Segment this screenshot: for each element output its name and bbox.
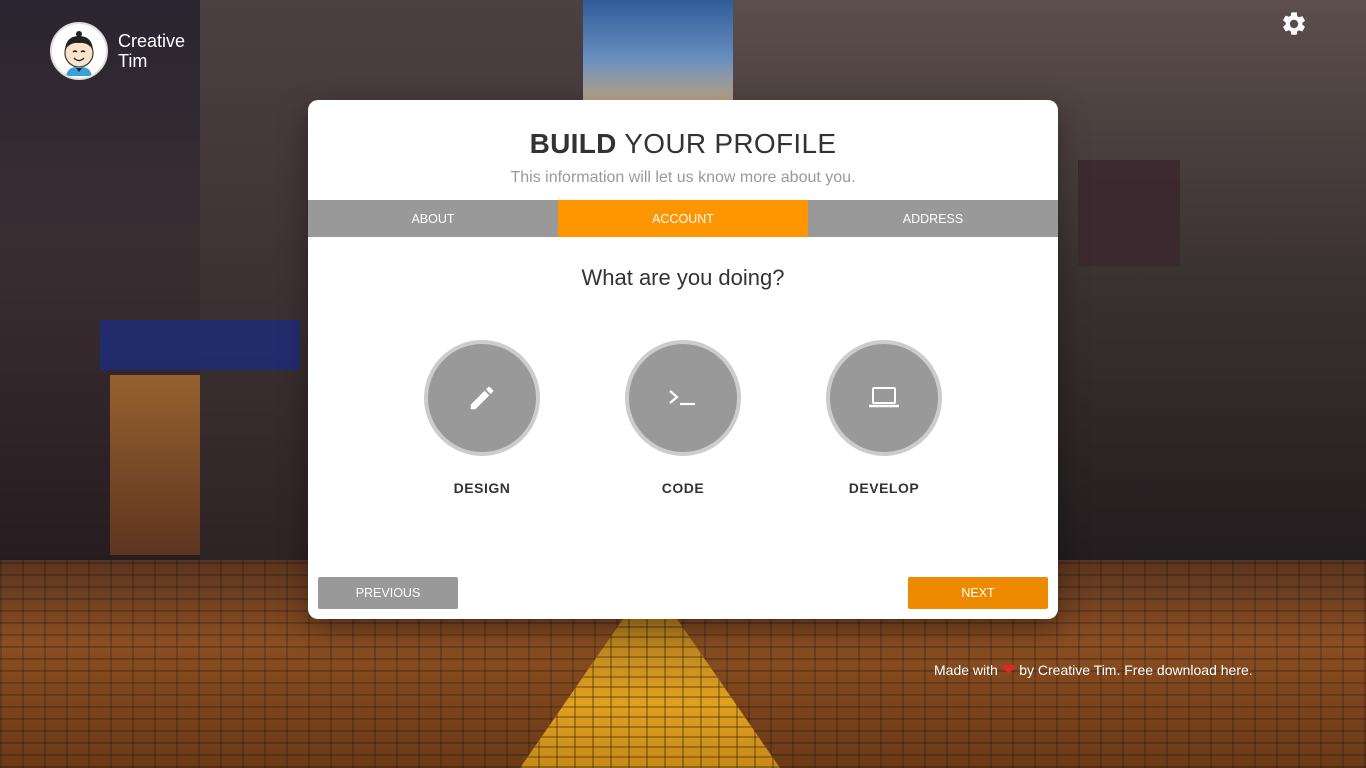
wizard-title: BUILD YOUR PROFILE [308, 128, 1058, 160]
background-sky [583, 0, 733, 100]
background-shop-sign [100, 320, 300, 370]
laptop-icon [869, 387, 899, 408]
brand-name-line2: Tim [118, 51, 148, 71]
choice-code-circle[interactable] [625, 340, 741, 456]
background-shop-window [110, 375, 200, 555]
brand[interactable]: Creative Tim [50, 20, 198, 82]
wizard-title-bold: BUILD [529, 128, 617, 159]
wizard-card: BUILD YOUR PROFILE This information will… [308, 100, 1058, 619]
choice-develop-label: DEVELOP [848, 480, 920, 496]
choice-develop-circle[interactable] [826, 340, 942, 456]
footer-credit[interactable]: Made with ❤ by Creative Tim. Free downlo… [934, 660, 1253, 680]
choice-code[interactable]: CODE [613, 340, 753, 496]
pencil-icon [470, 386, 494, 410]
footer-made-with: Made with [934, 662, 998, 678]
wizard-title-rest: YOUR PROFILE [616, 128, 837, 159]
choice-design-label: DESIGN [453, 480, 511, 496]
wizard-tabs: ABOUT ACCOUNT ADDRESS [308, 200, 1058, 237]
terminal-icon [669, 390, 695, 406]
wizard-subtitle: This information will let us know more a… [510, 169, 856, 186]
background-gallery-sign [1078, 160, 1180, 266]
choice-design-circle[interactable] [424, 340, 540, 456]
brand-name: Creative Tim [118, 31, 198, 71]
brand-name-line1: Creative [118, 31, 186, 51]
tab-address[interactable]: ADDRESS [808, 200, 1058, 237]
next-button[interactable]: NEXT [908, 577, 1048, 609]
tab-about[interactable]: ABOUT [308, 200, 558, 237]
avatar [50, 22, 108, 80]
choice-develop[interactable]: DEVELOP [814, 340, 954, 496]
cartoon-avatar-icon [64, 31, 94, 76]
choice-design[interactable]: DESIGN [412, 340, 552, 496]
gear-icon[interactable] [1280, 10, 1308, 38]
heart-icon: ❤ [1001, 662, 1016, 679]
choice-group: DESIGN CODE DEVELOP [308, 340, 1058, 500]
choice-code-label: CODE [661, 480, 705, 496]
step-question: What are you doing? [581, 265, 785, 290]
footer-by-text[interactable]: by Creative Tim. Free download here. [1019, 662, 1252, 678]
tab-account[interactable]: ACCOUNT [558, 200, 808, 237]
previous-button[interactable]: PREVIOUS [318, 577, 458, 609]
